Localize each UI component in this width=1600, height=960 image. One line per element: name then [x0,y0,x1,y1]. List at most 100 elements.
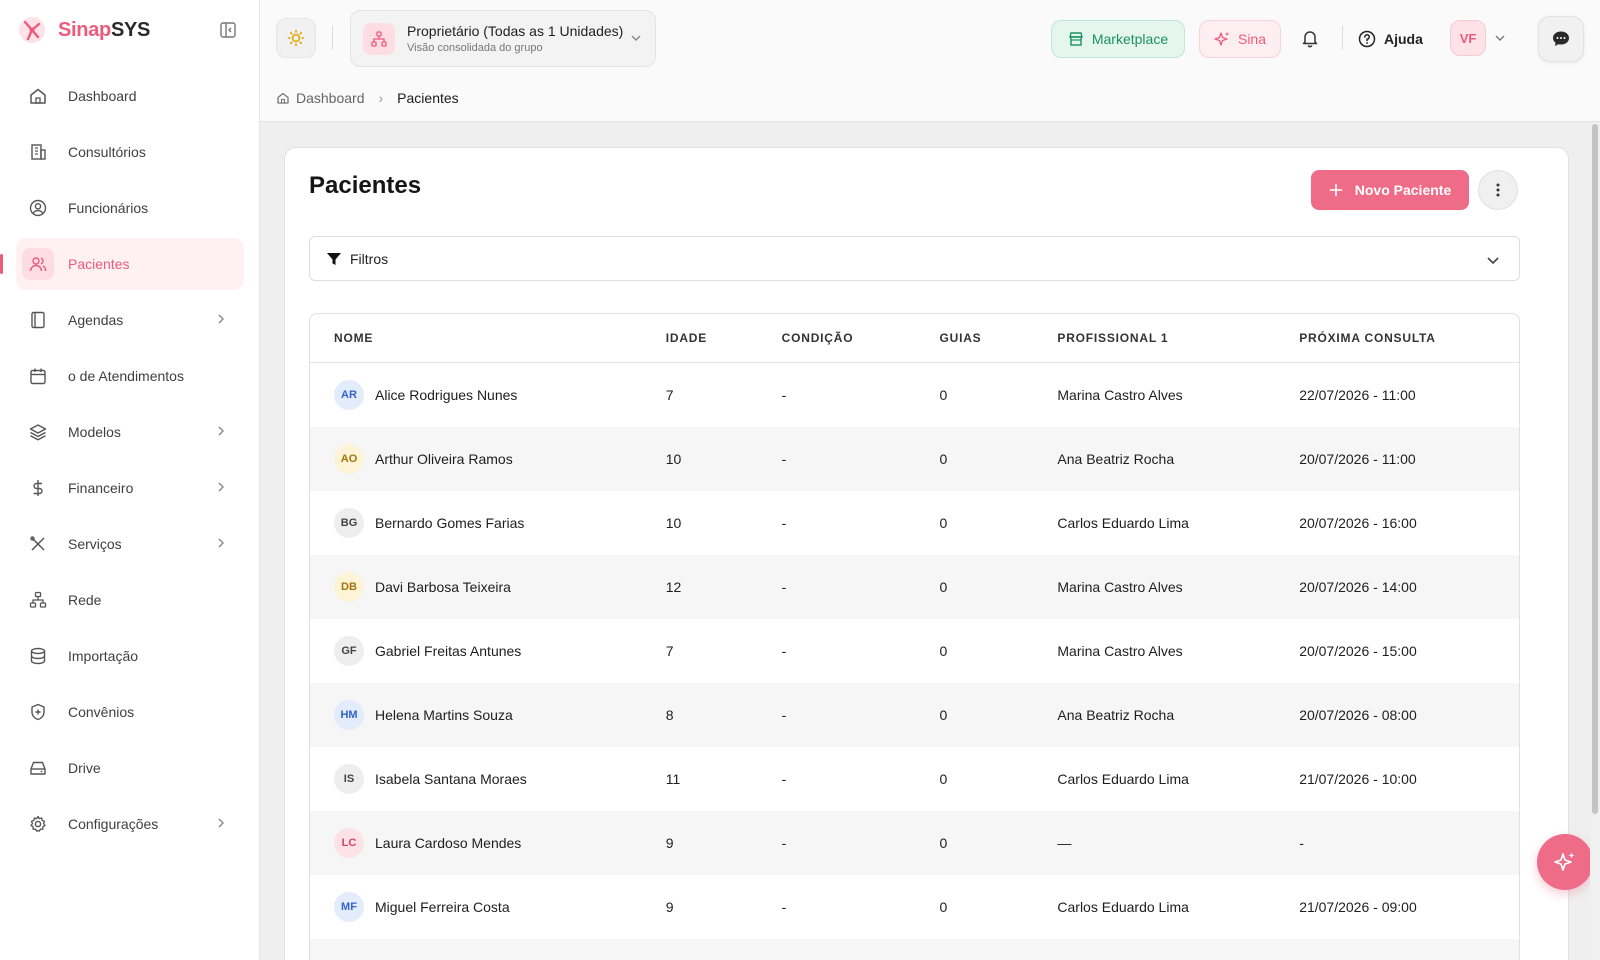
patient-name[interactable]: Bernardo Gomes Farias [375,515,524,531]
ai-assistant-button[interactable] [1537,834,1593,890]
table-row[interactable]: AO Arthur Oliveira Ramos 10 - 0 Ana Beatriz R… [310,427,1519,491]
patients-table: NOME IDADE CONDIÇÃO GUIAS PROFISSIONAL 1… [309,313,1520,960]
breadcrumb-separator: › [378,90,384,106]
cell-guides: 0 [939,451,948,467]
cell-next-appointment: 20/07/2026 - 16:00 [1299,515,1417,531]
filters-panel[interactable]: Filtros [309,236,1520,281]
user-circle-icon [28,198,48,218]
patient-name[interactable]: Isabela Santana Moraes [375,771,527,787]
sidebar-item-label: o de Atendimentos [68,368,184,384]
table-row[interactable]: HM Helena Martins Souza 8 - 0 Ana Beatriz Roc… [310,683,1519,747]
column-header-guides[interactable]: GUIAS [939,331,1057,345]
cell-guides: 0 [939,643,948,659]
sidebar-item-label: Importação [68,648,139,664]
patient-name[interactable]: Arthur Oliveira Ramos [375,451,513,467]
sidebar-item-dashboard[interactable]: Dashboard [16,70,244,122]
cell-age: 11 [665,771,681,787]
more-options-button[interactable] [1478,170,1518,210]
patient-name[interactable]: Davi Barbosa Teixeira [375,579,511,595]
cell-professional: Carlos Eduardo Lima [1057,771,1189,787]
help-circle-icon [1358,30,1376,48]
sidebar-item-importa-o[interactable]: Importação [16,630,244,682]
sidebar-item-configura-es[interactable]: Configurações [16,798,244,850]
cell-professional: — [1057,835,1072,851]
sidebar-item-agendas[interactable]: Agendas [16,294,244,346]
sidebar-item-modelos[interactable]: Modelos [16,406,244,458]
marketplace-label: Marketplace [1091,31,1169,47]
sidebar-item-label: Dashboard [68,88,137,104]
store-icon [1068,32,1083,46]
cell-condition: - [781,643,787,659]
patient-name[interactable]: Helena Martins Souza [375,707,513,723]
sidebar-item-rede[interactable]: Rede [16,574,244,626]
sina-button[interactable]: Sina [1199,20,1281,58]
brand[interactable]: SinapSYS [16,12,244,48]
cell-age: 12 [665,579,682,595]
cell-condition: - [781,451,787,467]
cell-condition: - [781,515,787,531]
patient-avatar: AO [334,444,364,474]
unit-selector[interactable]: Proprietário (Todas as 1 Unidades) Visão… [350,10,656,67]
table-row[interactable] [310,939,1519,960]
table-row[interactable]: MF Miguel Ferreira Costa 9 - 0 Carlos Eduardo… [310,875,1519,939]
chevron-right-icon [214,816,228,830]
page-title: Pacientes [309,172,422,199]
column-header-name[interactable]: NOME [310,331,666,345]
column-header-age[interactable]: IDADE [666,331,782,345]
patient-name[interactable]: Alice Rodrigues Nunes [375,387,517,403]
header-divider [332,26,333,50]
patients-card: Pacientes Novo Paciente Filtros NOME IDA… [284,147,1569,960]
patient-avatar: HM [334,700,364,730]
cell-guides: 0 [939,579,948,595]
patient-name[interactable]: Laura Cardoso Mendes [375,835,521,851]
patient-avatar: LC [334,828,364,858]
new-patient-button[interactable]: Novo Paciente [1311,170,1469,210]
table-row[interactable]: BG Bernardo Gomes Farias 10 - 0 Carlos Eduard… [310,491,1519,555]
column-header-next-appointment[interactable]: PRÓXIMA CONSULTA [1299,331,1519,345]
sidebar-collapse-icon[interactable] [218,20,238,40]
table-row[interactable]: GF Gabriel Freitas Antunes 7 - 0 Marina Castr… [310,619,1519,683]
cell-condition: - [781,579,787,595]
breadcrumb-bar [260,76,1600,122]
sidebar: SinapSYS Dashboard Consultórios Funcionári… [0,0,260,960]
table-row[interactable]: IS Isabela Santana Moraes 11 - 0 Carlos Eduar… [310,747,1519,811]
cell-age: 7 [665,387,674,403]
unit-subtitle: Visão consolidada do grupo [407,42,543,54]
patient-name[interactable]: Gabriel Freitas Antunes [375,643,521,659]
bell-icon[interactable] [1300,28,1322,50]
theme-toggle-button[interactable] [276,18,316,58]
cell-next-appointment: 20/07/2026 - 14:00 [1299,579,1417,595]
cell-name: DB Davi Barbosa Teixeira [310,572,666,602]
sidebar-item-drive[interactable]: Drive [16,742,244,794]
column-header-professional[interactable]: PROFISSIONAL 1 [1057,331,1299,345]
patient-name[interactable]: Miguel Ferreira Costa [375,899,510,915]
table-row[interactable]: LC Laura Cardoso Mendes 9 - 0 — - [310,811,1519,875]
sidebar-item-conv-nios[interactable]: Convênios [16,686,244,738]
cell-next-appointment: 20/07/2026 - 11:00 [1299,451,1416,467]
breadcrumb-home[interactable]: Dashboard [296,90,365,106]
layers-icon [28,422,48,442]
scrollbar-thumb[interactable] [1592,124,1598,814]
cell-condition: - [781,771,787,787]
sidebar-item-financeiro[interactable]: Financeiro [16,462,244,514]
cell-condition: - [781,387,787,403]
cell-professional: Marina Castro Alves [1057,579,1183,595]
chevron-right-icon [214,536,228,550]
chevron-right-icon [214,312,228,326]
page-scrollbar[interactable] [1590,122,1600,960]
sidebar-item-consult-rios[interactable]: Consultórios [16,126,244,178]
sidebar-item-pacientes[interactable]: Pacientes [0,238,244,290]
chevron-down-icon[interactable] [1494,32,1506,44]
sidebar-item-o-de-atendimentos[interactable]: o de Atendimentos [16,350,244,402]
table-row[interactable]: AR Alice Rodrigues Nunes 7 - 0 Marina Castro … [310,363,1519,427]
user-avatar[interactable]: VF [1450,20,1486,56]
building-icon [28,142,48,162]
column-header-condition[interactable]: CONDIÇÃO [782,331,940,345]
marketplace-button[interactable]: Marketplace [1051,20,1185,58]
sidebar-item-servi-os[interactable]: Serviços [16,518,244,570]
help-button[interactable]: Ajuda [1358,28,1423,50]
sidebar-item-funcion-rios[interactable]: Funcionários [16,182,244,234]
table-row[interactable]: DB Davi Barbosa Teixeira 12 - 0 Marina Castro… [310,555,1519,619]
brand-name: SinapSYS [58,18,151,41]
chat-button[interactable] [1538,16,1584,62]
